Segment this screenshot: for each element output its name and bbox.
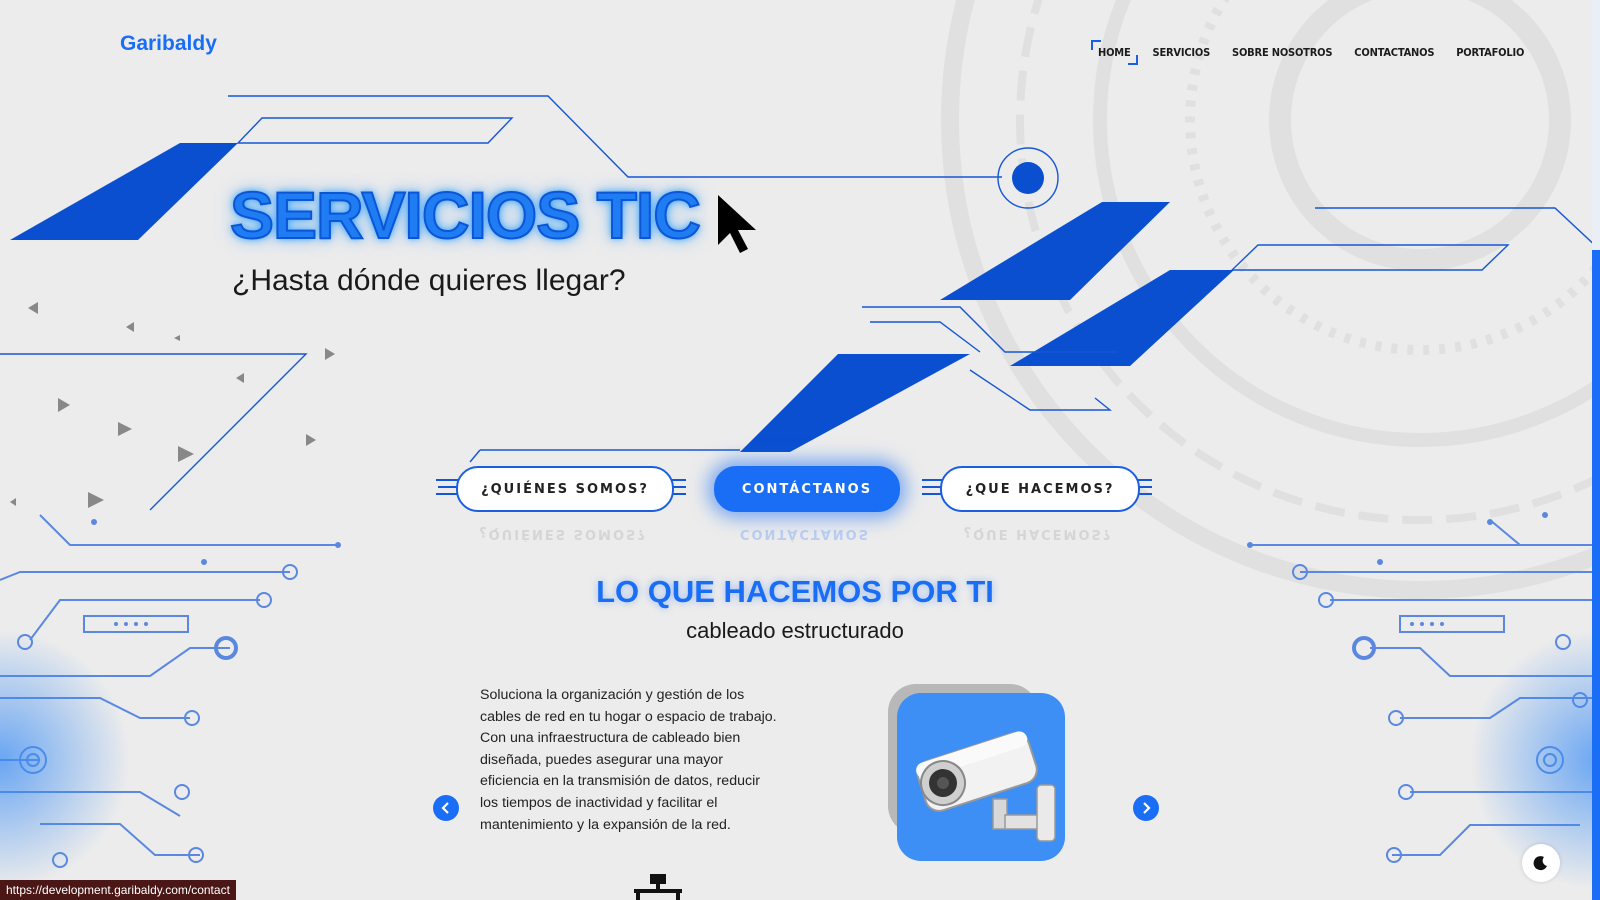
hero-title: SERVICIOS TIC [229,178,702,252]
about-us-button[interactable]: ¿QUIÉNES SOMOS? [456,466,674,512]
nav-servicios[interactable]: SERVICIOS [1153,46,1211,59]
hero-subtitle: ¿Hasta dónde quieres llegar? [232,264,626,297]
security-camera-icon [916,731,1056,842]
main-nav: HOME SERVICIOS SOBRE NOSOTROS CONTACTANO… [1091,40,1524,65]
carousel-prev-button[interactable] [433,795,459,821]
chevron-left-icon [441,802,449,814]
service-card [897,693,1065,861]
what-we-do-button[interactable]: ¿QUE HACEMOS? [940,466,1140,512]
background-circuit-art [0,0,1600,890]
what-we-do-reflection: ¿QUE HACEMOS? [963,526,1113,542]
brand-logo[interactable]: Garibaldy [120,32,217,56]
chevron-right-icon [1143,802,1151,814]
dark-mode-toggle[interactable] [1522,844,1560,882]
scrollbar-thumb[interactable] [1592,0,1600,250]
carousel-next-button[interactable] [1133,795,1159,821]
section-title: LO QUE HACEMOS POR TI [596,574,994,609]
nav-sobre-nosotros[interactable]: SOBRE NOSOTROS [1232,46,1332,59]
network-icon [634,874,682,900]
contact-button[interactable]: CONTÁCTANOS [714,466,900,512]
moon-icon [1533,856,1547,871]
about-us-reflection: ¿QUIÉNES SOMOS? [479,526,647,542]
status-bar-url: https://development.garibaldy.com/contac… [0,880,236,900]
nav-portafolio[interactable]: PORTAFOLIO [1456,46,1524,59]
service-description: Soluciona la organización y gestión de l… [480,687,777,833]
cursor-icon [718,195,756,253]
nav-home[interactable]: HOME [1091,40,1137,65]
contact-reflection: CONTÁCTANOS [739,526,871,542]
section-subtitle: cableado estructurado [686,618,904,643]
nav-contactanos[interactable]: CONTACTANOS [1354,46,1434,59]
